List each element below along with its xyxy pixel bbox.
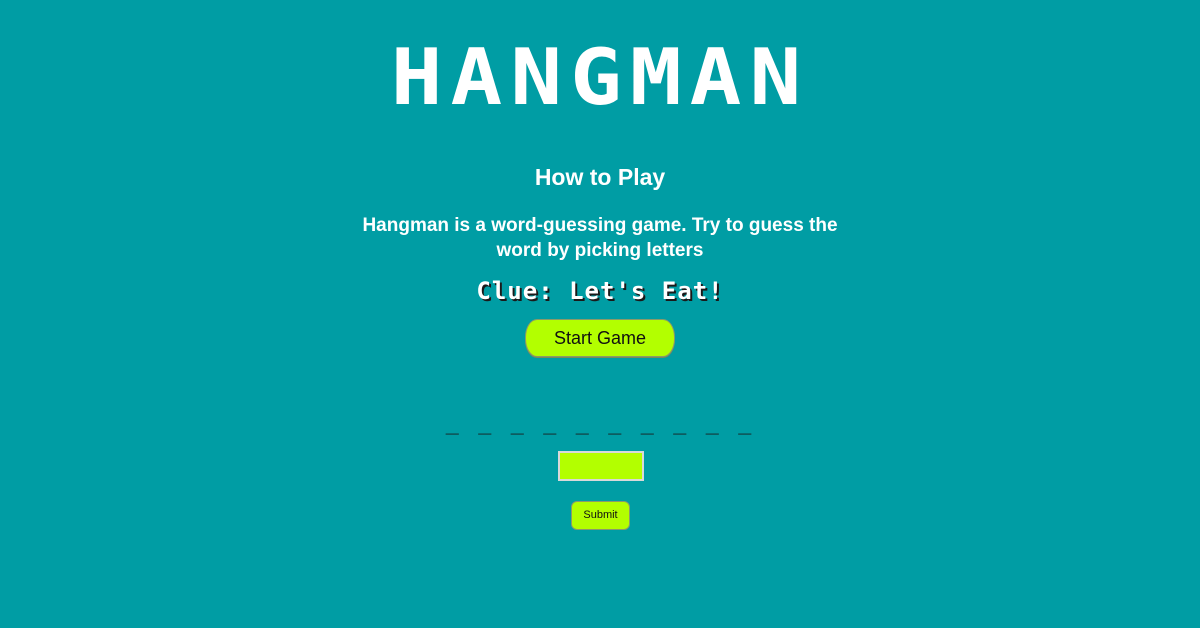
game-title: HANGMAN — [390, 33, 810, 123]
clue-text: Clue: Let's Eat! — [476, 277, 724, 305]
title-container: HANGMAN — [0, 33, 1200, 123]
guess-input[interactable] — [558, 451, 644, 481]
word-blanks: _ _ _ _ _ _ _ _ _ _ — [445, 410, 755, 435]
start-game-button[interactable]: Start Game — [525, 319, 675, 357]
instructions-text: Hangman is a word-guessing game. Try to … — [362, 215, 838, 261]
submit-button[interactable]: Submit — [571, 501, 630, 530]
how-to-play-heading: How to Play — [534, 164, 666, 190]
